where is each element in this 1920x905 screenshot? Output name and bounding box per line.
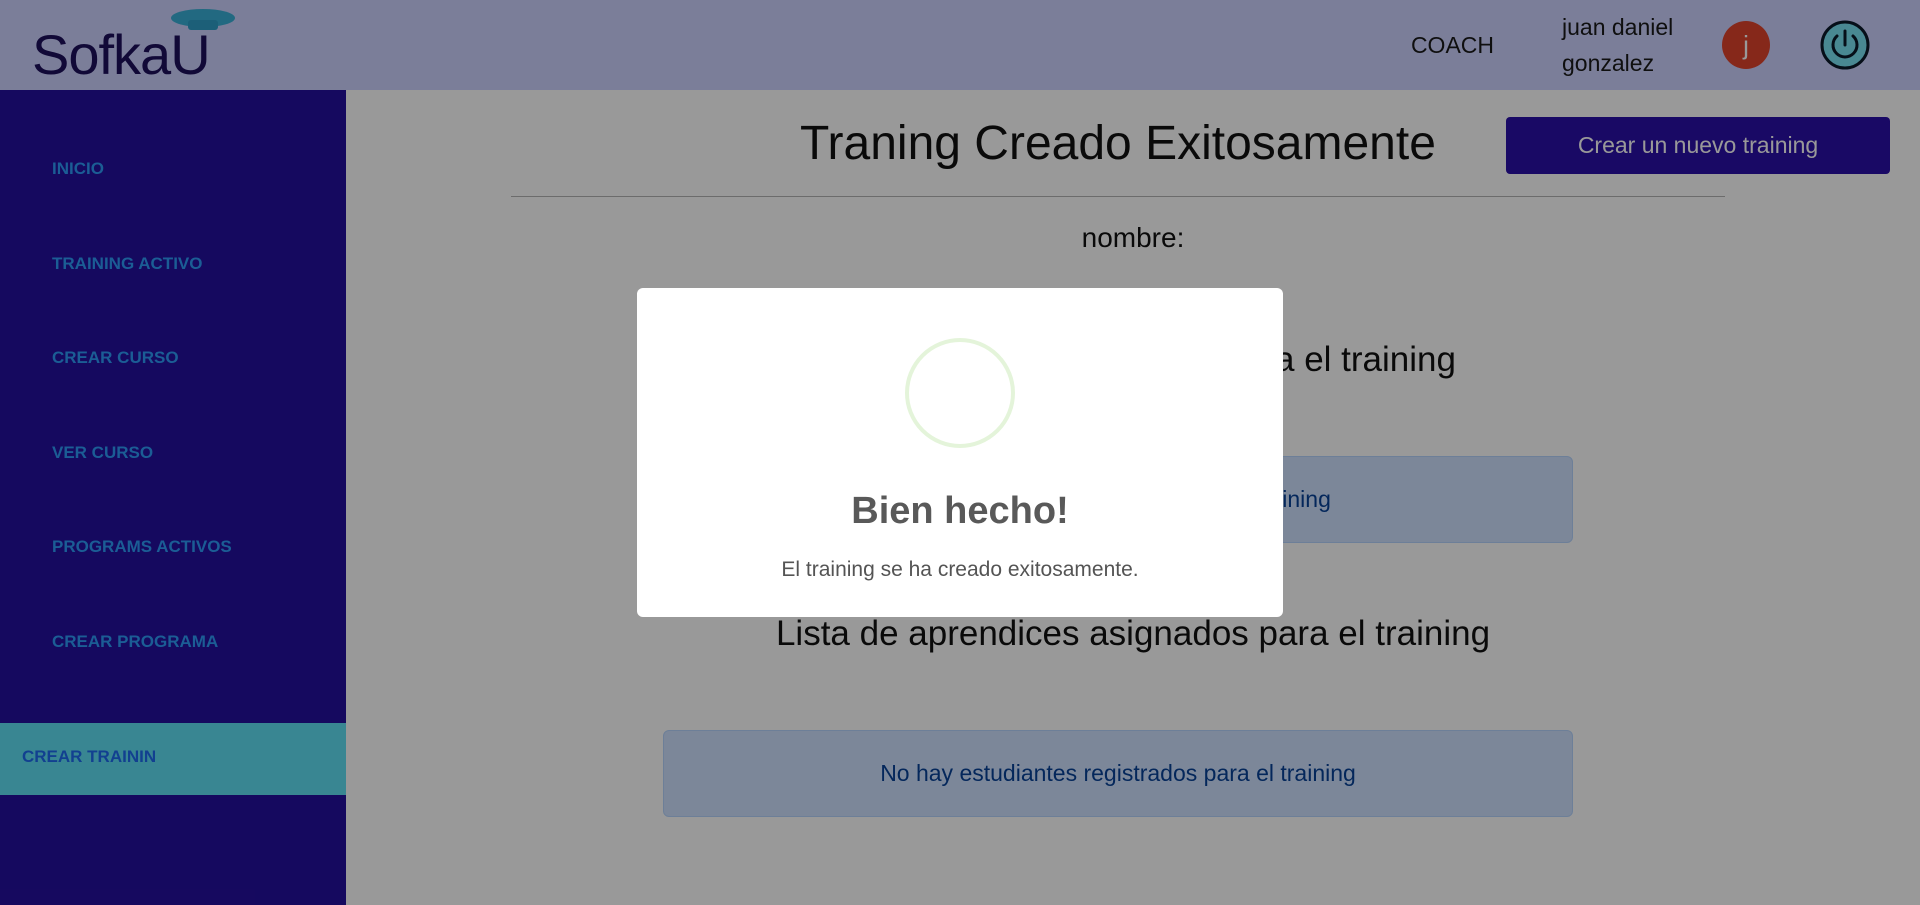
success-modal: Bien hecho! El training se ha creado exi… <box>637 288 1283 617</box>
modal-title: Bien hecho! <box>851 490 1069 532</box>
success-icon <box>905 338 1015 448</box>
modal-message: El training se ha creado exitosamente. <box>781 558 1139 581</box>
